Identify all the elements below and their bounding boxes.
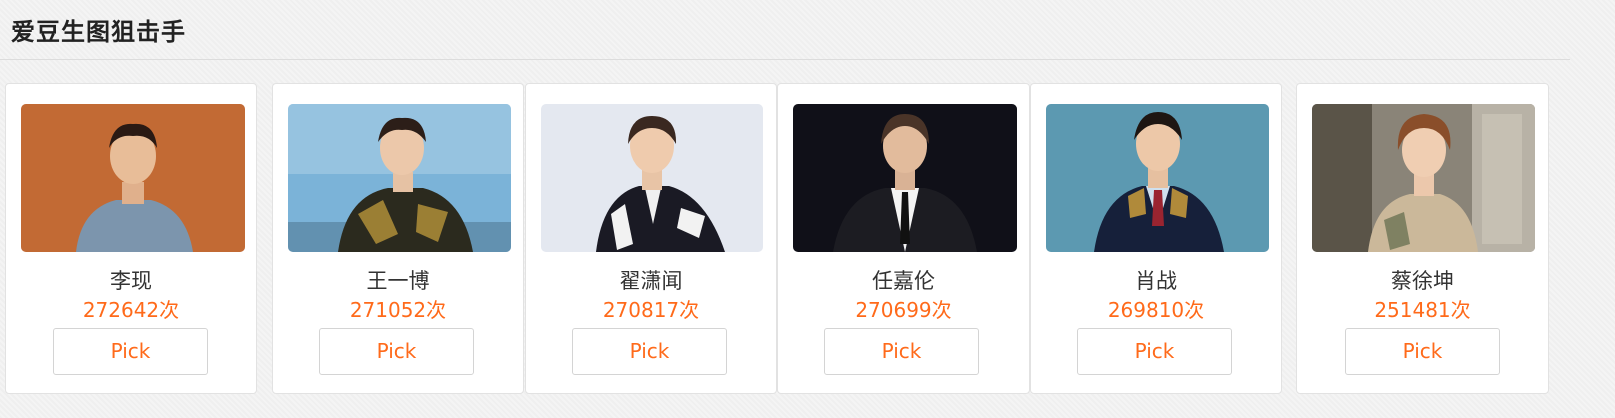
- pick-button[interactable]: Pick: [53, 328, 208, 375]
- pick-button[interactable]: Pick: [1077, 328, 1232, 375]
- idol-card: 任嘉伦 270699次 Pick: [777, 83, 1030, 394]
- pick-button[interactable]: Pick: [572, 328, 727, 375]
- idol-name: 李现: [110, 269, 152, 293]
- vote-count: 271052次: [349, 298, 447, 322]
- idol-photo: [793, 104, 1017, 252]
- vote-count: 270699次: [855, 298, 952, 322]
- idol-photo: [1046, 104, 1269, 252]
- vote-count: 269810次: [1107, 298, 1205, 322]
- pick-button[interactable]: Pick: [824, 328, 979, 375]
- pick-button[interactable]: Pick: [1345, 328, 1500, 375]
- idol-card: 蔡徐坤 251481次 Pick: [1296, 83, 1549, 394]
- idol-card: 翟潇闻 270817次 Pick: [525, 83, 777, 394]
- idol-card-list: 李现 272642次 Pick 王一博 271052次 Pick 翟潇闻 270…: [0, 83, 1570, 396]
- vote-count: 270817次: [602, 298, 700, 322]
- idol-photo: [21, 104, 245, 252]
- idol-card: 李现 272642次 Pick: [5, 83, 257, 394]
- vote-count: 251481次: [1374, 298, 1471, 322]
- vote-count: 272642次: [82, 298, 180, 322]
- idol-photo: [288, 104, 511, 252]
- header-divider: [0, 59, 1570, 60]
- pick-button[interactable]: Pick: [319, 328, 474, 375]
- idol-card: 王一博 271052次 Pick: [272, 83, 524, 394]
- page-title: 爱豆生图狙击手: [11, 18, 186, 46]
- idol-name: 蔡徐坤: [1391, 269, 1454, 293]
- idol-name: 王一博: [366, 269, 430, 293]
- idol-card: 肖战 269810次 Pick: [1030, 83, 1282, 394]
- idol-name: 任嘉伦: [872, 269, 935, 293]
- idol-photo: [541, 104, 763, 252]
- idol-name: 翟潇闻: [619, 269, 683, 293]
- idol-photo: [1312, 104, 1535, 252]
- idol-name: 肖战: [1135, 269, 1177, 293]
